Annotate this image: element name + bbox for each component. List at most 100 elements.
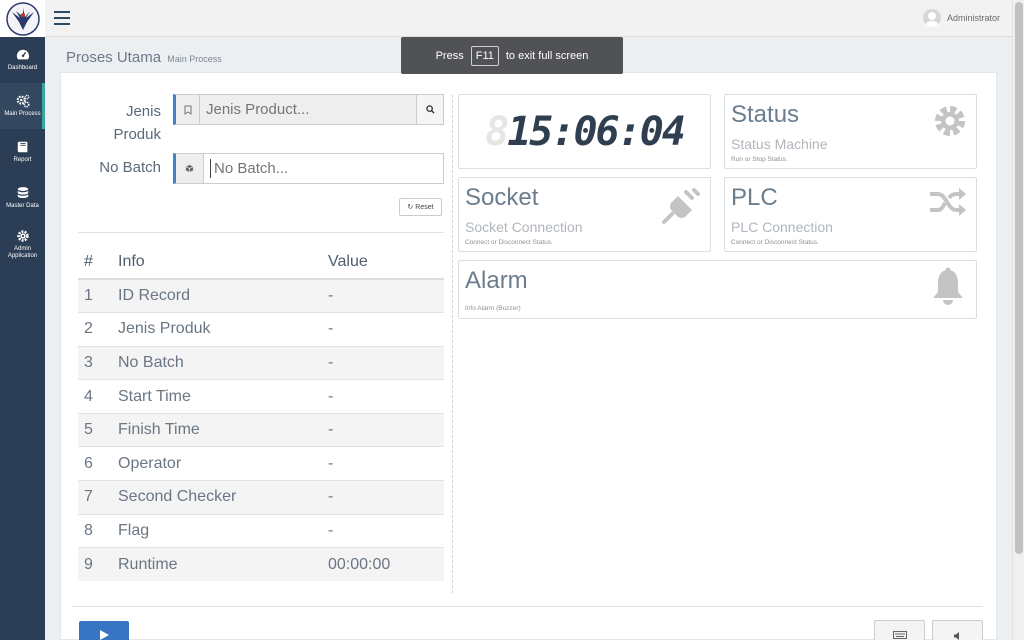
page-subtitle: Main Process: [167, 54, 222, 64]
page-scrollbar[interactable]: [1012, 0, 1024, 640]
table-row: 2 Jenis Produk -: [78, 312, 444, 347]
sidebar-item-label: Report: [13, 157, 32, 163]
gear-icon: [16, 229, 29, 242]
row-info: Second Checker: [118, 480, 328, 515]
book-icon: [17, 141, 27, 153]
no-batch-input-group: [173, 153, 444, 184]
page-title-text: Proses Utama: [66, 49, 162, 66]
toast-suffix: to exit full screen: [505, 49, 589, 62]
volume-button[interactable]: [932, 620, 983, 640]
jenis-produk-label: Jenis Produk: [90, 100, 161, 146]
keyboard-icon: [892, 631, 907, 639]
table-row: 8 Flag -: [78, 513, 444, 548]
alarm-tile: Alarm Info Alarm (Buzzer): [458, 260, 977, 319]
sidebar-item-master-data[interactable]: Master Data: [0, 175, 45, 221]
row-info: ID Record: [118, 278, 328, 313]
sidebar-item-admin-application[interactable]: Admin Application: [0, 221, 45, 267]
user-avatar-icon: [922, 9, 941, 27]
cogs-icon: [16, 94, 30, 108]
top-navbar: Administrator: [0, 0, 1012, 37]
jenis-label-line1: Jenis: [125, 103, 161, 120]
f11-key: F11: [470, 45, 499, 66]
jenis-produk-input-group: [173, 94, 444, 125]
status-title: Status: [731, 101, 800, 128]
plc-title: PLC: [731, 184, 778, 211]
table-row: 7 Second Checker -: [78, 480, 444, 515]
sidebar: Dashboard Main Process Report Master Dat…: [0, 37, 45, 640]
sidebar-item-label: Admin Application: [7, 245, 38, 259]
scrollbar-thumb[interactable]: [1015, 2, 1023, 554]
row-value: 00:00:00: [328, 547, 444, 582]
row-info: Start Time: [118, 379, 328, 414]
col-header-num: #: [78, 245, 118, 280]
socket-title: Socket: [465, 184, 539, 211]
jenis-label-line2: Produk: [113, 126, 161, 143]
user-menu[interactable]: Administrator: [922, 9, 1000, 27]
jenis-produk-input[interactable]: [200, 95, 416, 124]
row-value: -: [328, 412, 444, 447]
refresh-icon: ↻: [407, 204, 414, 211]
socket-note: Connect or Disconnect Status.: [465, 239, 553, 246]
row-info: Finish Time: [118, 412, 328, 447]
row-value: -: [328, 345, 444, 380]
row-value: -: [328, 446, 444, 481]
row-value: -: [328, 513, 444, 548]
table-header-row: # Info Value: [78, 245, 444, 280]
footer-divider: [72, 606, 983, 607]
fullscreen-notice: Press F11 to exit full screen: [401, 37, 623, 74]
bell-icon: [930, 267, 966, 312]
row-info: Jenis Produk: [118, 312, 328, 347]
dashboard-gauge-icon: [16, 49, 29, 60]
row-num: 1: [78, 278, 118, 313]
random-shuffle-icon: [928, 186, 968, 223]
play-button[interactable]: [79, 621, 129, 640]
user-name: Administrator: [946, 13, 1000, 23]
table-row: 5 Finish Time -: [78, 412, 444, 447]
alarm-note: Info Alarm (Buzzer): [465, 305, 521, 312]
socket-subtitle: Socket Connection: [465, 219, 583, 235]
toast-prefix: Press: [435, 49, 464, 62]
volume-icon: [953, 632, 959, 640]
column-divider: [452, 95, 453, 593]
sidebar-item-label: Dashboard: [7, 65, 38, 71]
alarm-title: Alarm: [465, 267, 528, 294]
gear-icon: [932, 103, 968, 144]
no-batch-label: No Batch: [99, 159, 161, 176]
reset-button[interactable]: ↻ Reset: [399, 198, 442, 216]
sidebar-item-label: Main Process: [4, 111, 41, 117]
plug-icon: [660, 186, 702, 231]
status-subtitle: Status Machine: [731, 136, 828, 152]
sidebar-item-report[interactable]: Report: [0, 129, 45, 175]
row-info: No Batch: [118, 345, 328, 380]
row-num: 2: [78, 312, 118, 347]
row-value: -: [328, 379, 444, 414]
plc-note: Connect or Disconnect Status.: [731, 239, 819, 246]
reset-button-label: Reset: [415, 203, 434, 211]
page-title: Proses Utama Main Process: [66, 49, 222, 66]
row-num: 4: [78, 379, 118, 414]
no-batch-input[interactable]: [210, 159, 443, 178]
search-icon[interactable]: [416, 95, 443, 124]
row-num: 5: [78, 412, 118, 447]
eagle-logo-icon[interactable]: [0, 0, 45, 37]
row-num: 6: [78, 446, 118, 481]
row-value: -: [328, 278, 444, 313]
table-row: 4 Start Time -: [78, 379, 444, 414]
digital-clock: 815:06:04: [485, 108, 686, 155]
bookmark-icon: [176, 95, 200, 124]
sidebar-item-dashboard[interactable]: Dashboard: [0, 37, 45, 83]
table-row: 6 Operator -: [78, 446, 444, 481]
table-row: 9 Runtime 00:00:00: [78, 547, 444, 582]
info-table: # Info Value 1 ID Record - 2 Jenis Produk - …: [78, 245, 444, 582]
socket-tile: Socket Socket Connection Connect or Disc…: [458, 177, 711, 252]
row-num: 8: [78, 513, 118, 548]
table-row: 1 ID Record -: [78, 278, 444, 313]
table-row: 3 No Batch -: [78, 345, 444, 380]
sidebar-item-main-process[interactable]: Main Process: [0, 83, 45, 129]
form-divider: [78, 232, 444, 233]
keyboard-button[interactable]: [874, 620, 925, 640]
row-value: -: [328, 480, 444, 515]
hamburger-menu-icon[interactable]: [54, 11, 70, 25]
sidebar-item-label: Master Data: [6, 203, 39, 209]
clock-ghost-digit: 8: [485, 108, 509, 155]
